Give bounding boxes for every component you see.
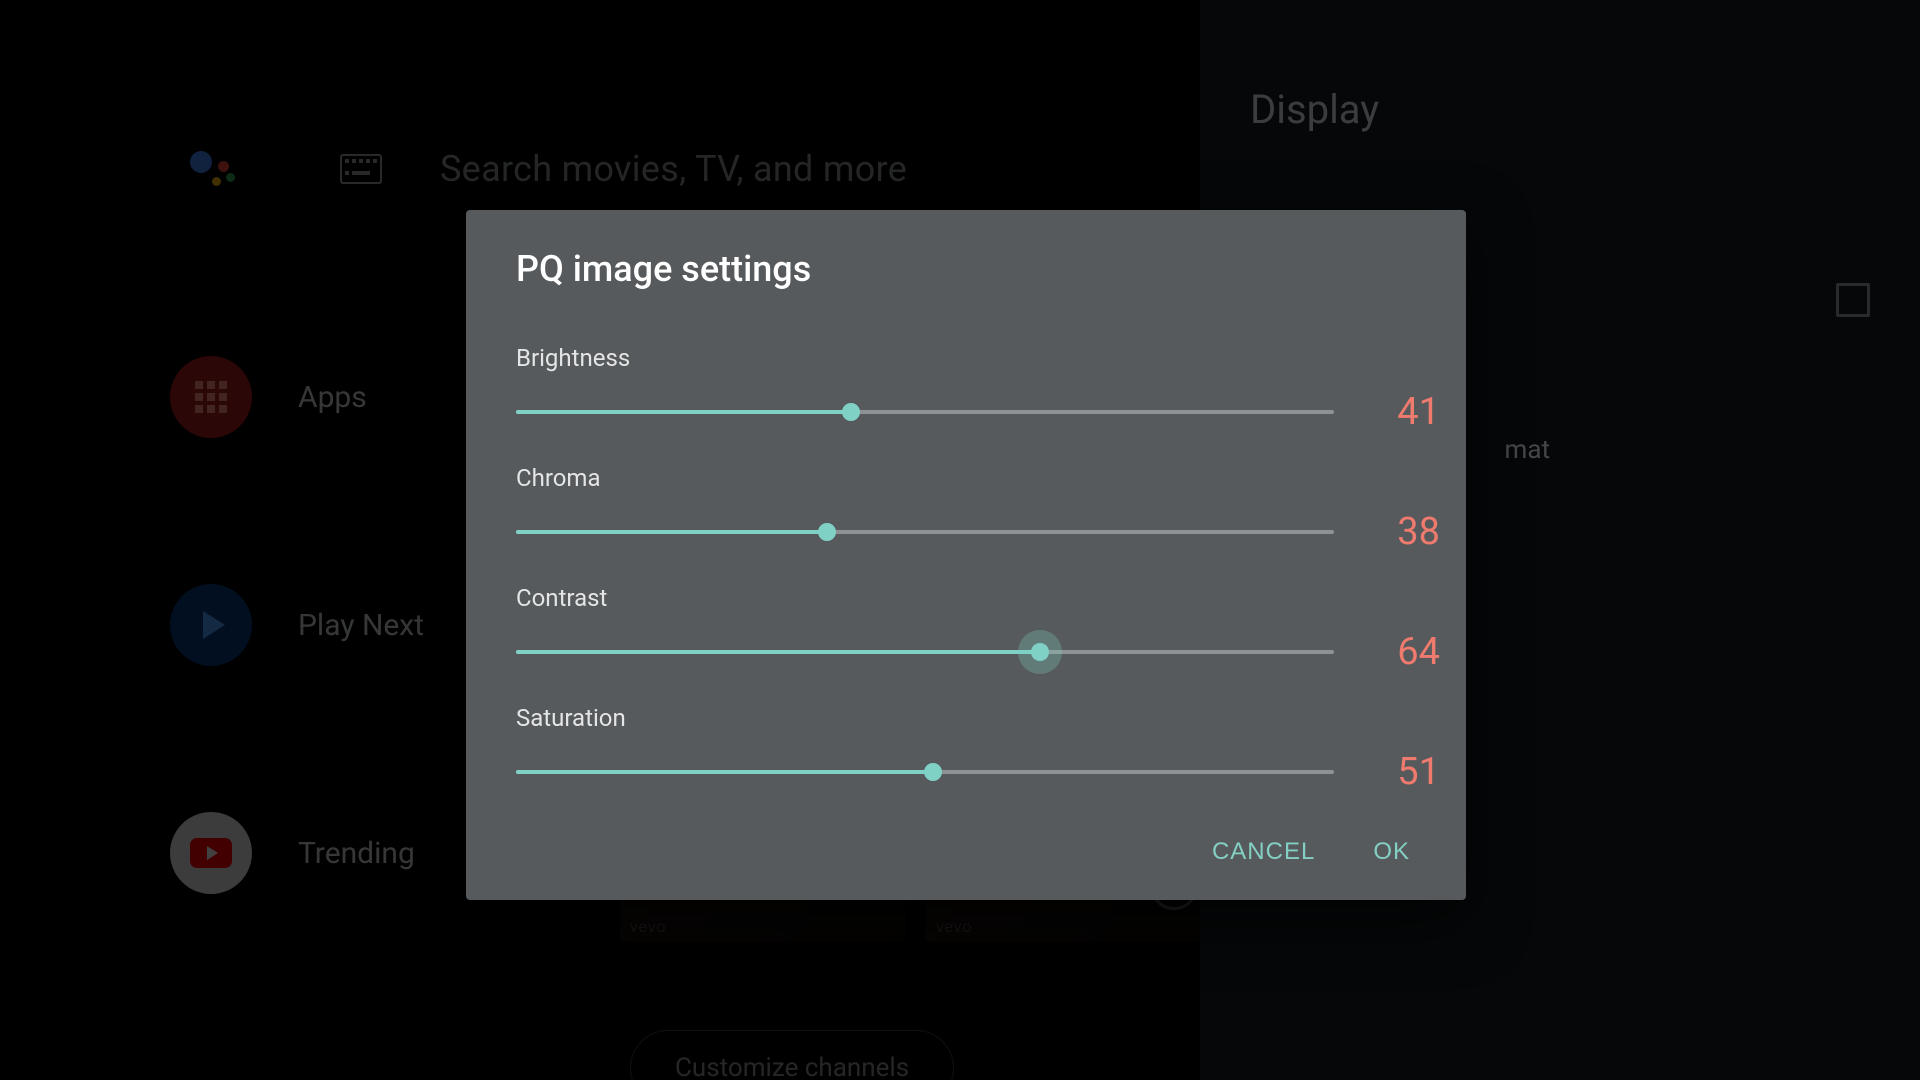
- brightness-slider[interactable]: [516, 410, 1334, 414]
- chroma-label: Chroma: [516, 464, 1416, 492]
- chroma-value: 38: [1380, 510, 1440, 554]
- saturation-label: Saturation: [516, 704, 1416, 732]
- dialog-actions: CANCEL OK: [516, 838, 1416, 866]
- brightness-value: 41: [1380, 390, 1440, 434]
- contrast-slider[interactable]: [516, 650, 1334, 654]
- pq-image-settings-dialog: PQ image settings Brightness 41 Chroma 3…: [466, 210, 1466, 900]
- contrast-slider-block: Contrast 64: [516, 584, 1416, 674]
- chroma-slider-block: Chroma 38: [516, 464, 1416, 554]
- saturation-slider-block: Saturation 51: [516, 704, 1416, 794]
- brightness-label: Brightness: [516, 344, 1416, 372]
- contrast-label: Contrast: [516, 584, 1416, 612]
- contrast-value: 64: [1380, 630, 1440, 674]
- ok-button[interactable]: OK: [1373, 838, 1410, 866]
- chroma-slider[interactable]: [516, 530, 1334, 534]
- saturation-slider[interactable]: [516, 770, 1334, 774]
- cancel-button[interactable]: CANCEL: [1212, 838, 1315, 866]
- dialog-title: PQ image settings: [516, 248, 1416, 290]
- saturation-value: 51: [1380, 750, 1440, 794]
- brightness-slider-block: Brightness 41: [516, 344, 1416, 434]
